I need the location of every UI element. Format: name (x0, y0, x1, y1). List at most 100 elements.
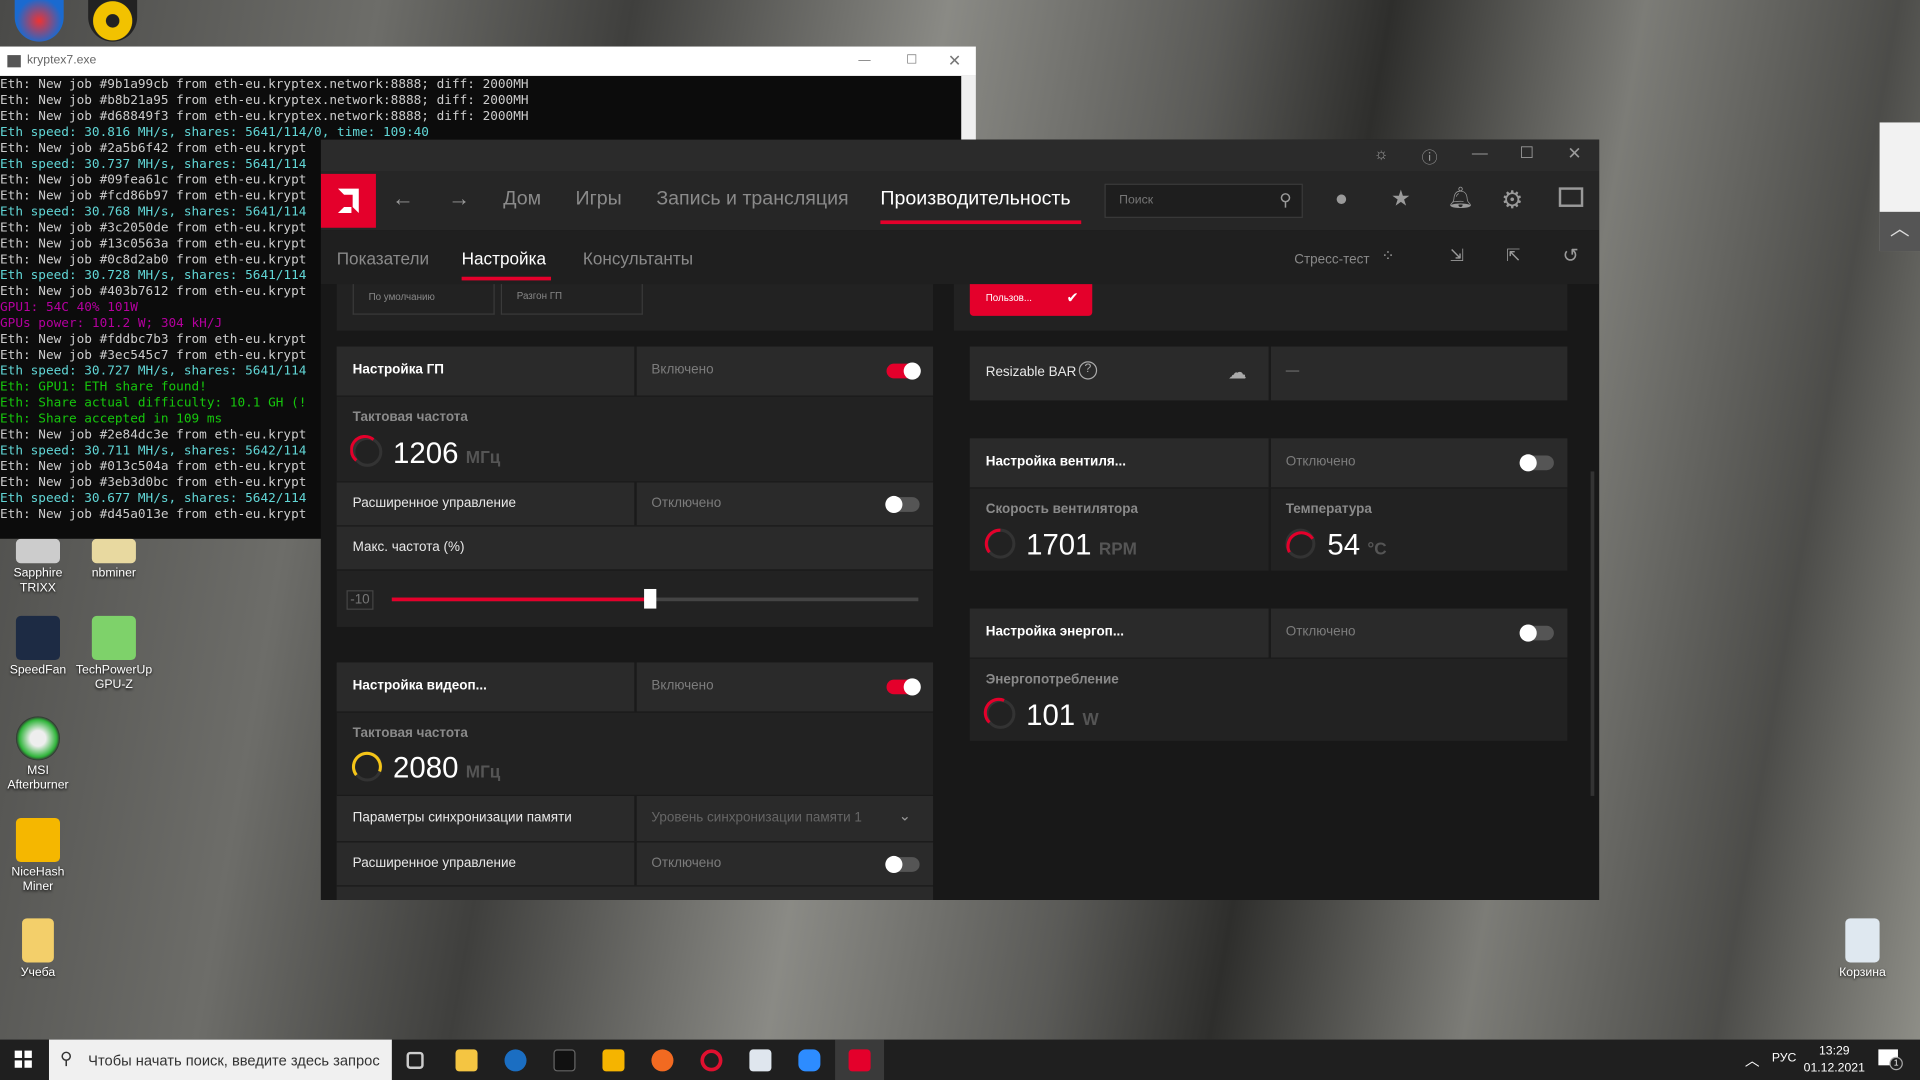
taskbar-search-input[interactable]: ⚲ Чтобы начать поиск, введите здесь запр… (48, 1039, 392, 1080)
preset-card-right: Пользов... ✔ (953, 284, 1568, 331)
tab-active-indicator (461, 276, 552, 281)
opera-icon[interactable] (700, 1049, 723, 1072)
maximize-button[interactable]: ☐ (906, 47, 917, 76)
export-icon[interactable]: ⇱ (1506, 245, 1520, 266)
reset-icon[interactable]: ↺ (1562, 244, 1578, 268)
vram-tuning-toggle[interactable] (886, 678, 921, 696)
tab-tuning[interactable]: Настройка (462, 249, 546, 269)
steam-icon[interactable] (504, 1049, 527, 1072)
preset-custom-button[interactable]: Пользов... ✔ (969, 284, 1093, 316)
star-icon[interactable]: ★ (1391, 186, 1411, 212)
tray-chevron-up-icon[interactable]: ︿ (1745, 1049, 1760, 1070)
title-bar: ☼ ⓘ — ☐ ✕ (320, 139, 1600, 172)
gauge-icon[interactable]: ⁘ (1381, 246, 1394, 266)
power-tuning-toggle[interactable] (1519, 624, 1554, 642)
taskbar: ⚲ Чтобы начать поиск, введите здесь запр… (0, 1039, 1920, 1080)
gpu-tuning-card: Настройка ГП Включено Тактовая частота 1… (336, 346, 934, 627)
desktop-icon-nicehash[interactable]: NiceHash Miner (0, 817, 76, 895)
gear-icon[interactable]: ⚙ (1501, 185, 1523, 216)
preset-default-button[interactable]: По умолчанию (352, 284, 495, 315)
gpu-clock-gauge (350, 434, 383, 467)
tab-advisors[interactable]: Консультанты (583, 249, 693, 269)
amd-software-window: ☼ ⓘ — ☐ ✕ ← → Дом Игры Запись и трансляц… (320, 139, 1600, 901)
gpu-tuning-toggle[interactable] (886, 362, 921, 380)
forward-arrow-icon[interactable]: → (448, 186, 470, 212)
search-icon: ⚲ (60, 1048, 73, 1068)
task-view-icon[interactable] (406, 1051, 424, 1069)
import-icon[interactable]: ⇲ (1450, 245, 1464, 266)
clock[interactable]: 13:29 01.12.2021 (1802, 1043, 1866, 1077)
brain-icon: ☁ (1228, 362, 1247, 384)
memory-timing-dropdown[interactable]: Уровень синхронизации памяти 1 (651, 811, 861, 826)
desktop-icon-nbminer[interactable]: nbminer (76, 538, 152, 582)
back-arrow-icon[interactable]: ← (392, 186, 414, 212)
minimize-button[interactable]: — (858, 47, 870, 76)
desktop-icon-sapphire[interactable]: Sapphire TRIXX (0, 538, 76, 597)
app-window-icon[interactable] (749, 1049, 772, 1072)
notification-center-icon[interactable]: 1 (1878, 1049, 1903, 1071)
desktop-icon-folder[interactable]: Учеба (0, 918, 76, 980)
maximize-button[interactable]: ☐ (1520, 143, 1534, 163)
fan-speed-gauge (984, 528, 1016, 559)
desktop-icon-speedfan[interactable]: SpeedFan (0, 615, 76, 678)
file-explorer-icon[interactable] (455, 1049, 478, 1072)
nav-home[interactable]: Дом (503, 189, 541, 211)
help-icon[interactable]: ⓘ (1422, 144, 1438, 167)
content-scrollbar[interactable] (1590, 471, 1595, 796)
close-button[interactable]: ✕ (1567, 143, 1581, 164)
console-app-icon (7, 55, 21, 68)
console-line: Eth: New job #b8b21a95 from eth-eu.krypt… (0, 93, 529, 108)
main-nav: ← → Дом Игры Запись и трансляция Произво… (320, 171, 1600, 231)
origin-icon[interactable] (651, 1049, 674, 1072)
temperature-gauge (1285, 528, 1316, 559)
sidebar-toggle-icon[interactable] (1558, 187, 1584, 207)
search-icon[interactable]: ⚲ (1279, 190, 1292, 211)
desktop: Sapphire TRIXX nbminer SpeedFan TechPowe… (0, 0, 1920, 1080)
desktop-icon-partial-1[interactable] (14, 0, 64, 42)
preset-oc-button[interactable]: Разгон ГП (500, 284, 643, 315)
epic-games-icon[interactable] (553, 1049, 576, 1072)
slider-handle[interactable] (643, 588, 656, 609)
power-gauge (983, 697, 1016, 729)
language-indicator[interactable]: РУС (1772, 1052, 1797, 1065)
start-button[interactable] (14, 1050, 32, 1068)
slider-fill (391, 597, 650, 602)
search-input[interactable]: Поиск ⚲ (1104, 183, 1303, 218)
window-title: kryptex7.exe (26, 53, 97, 68)
nav-games[interactable]: Игры (576, 189, 622, 211)
bell-icon[interactable]: 🔔︎ (1447, 186, 1473, 210)
nav-performance[interactable]: Производительность (880, 189, 1070, 211)
desktop-icon-partial-2[interactable] (88, 0, 138, 42)
bug-report-icon[interactable]: ☼ (1374, 144, 1389, 162)
minimize-button[interactable]: — (1472, 143, 1488, 161)
power-tuning-card: Настройка энергоп... Отключено Энергопот… (969, 608, 1568, 741)
preset-card: По умолчанию Разгон ГП (336, 284, 934, 331)
sub-nav: Показатели Настройка Консультанты Стресс… (320, 230, 1600, 285)
stress-test-label[interactable]: Стресс-тест (1294, 252, 1369, 267)
desktop-icon-gpuz[interactable]: TechPowerUp GPU-Z (76, 615, 152, 693)
background-window-partial[interactable]: ︿ (1879, 122, 1920, 252)
amd-taskbar-button[interactable] (835, 1039, 885, 1080)
check-icon: ✔ (1066, 288, 1079, 307)
amd-logo[interactable] (320, 173, 376, 228)
chevron-up-icon[interactable]: ︿ (1879, 211, 1920, 252)
help-icon[interactable]: ? (1078, 361, 1098, 380)
max-frequency-slider[interactable] (391, 588, 919, 609)
vram-clock-gauge (351, 751, 383, 782)
gpu-advanced-toggle[interactable] (885, 495, 920, 514)
console-line: Eth: New job #d68849f3 from eth-eu.krypt… (0, 108, 529, 124)
rockstar-icon[interactable] (602, 1049, 625, 1072)
fan-tuning-toggle[interactable] (1519, 454, 1554, 472)
tab-metrics[interactable]: Показатели (337, 249, 429, 269)
zoom-icon[interactable] (798, 1049, 821, 1072)
desktop-icon-msi-afterburner[interactable]: MSI Afterburner (0, 716, 76, 793)
fan-tuning-card: Настройка вентиля... Отключено Скорость … (969, 438, 1568, 571)
vram-advanced-toggle[interactable] (885, 855, 920, 874)
chevron-down-icon[interactable]: ⌄ (899, 807, 911, 824)
desktop-icon-recycle-bin[interactable]: Корзина (1824, 918, 1900, 980)
resizable-bar-card: Resizable BAR ? ☁ — (969, 346, 1568, 401)
slider-value-box[interactable]: -10 (346, 590, 374, 610)
globe-icon[interactable]: ● (1335, 186, 1348, 212)
close-button[interactable]: ✕ (948, 47, 961, 76)
nav-record[interactable]: Запись и трансляция (656, 189, 848, 211)
